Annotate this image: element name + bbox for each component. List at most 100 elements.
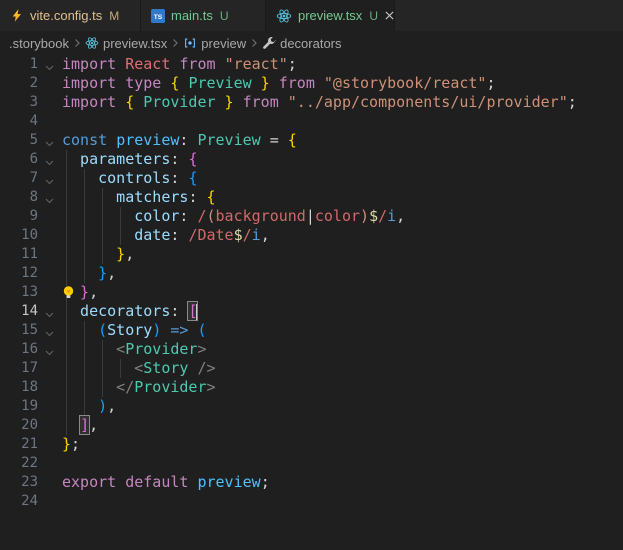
code-line-content: color: /(background|color)$/i,	[62, 207, 405, 226]
code-token: Story	[107, 321, 153, 339]
code-line-7[interactable]: 7 controls: {	[0, 169, 623, 188]
code-token: ,	[89, 416, 99, 434]
breadcrumb-item-preview-symbol[interactable]: preview	[183, 36, 246, 51]
code-line-2[interactable]: 2 import type { Preview } from "@storyboo…	[0, 74, 623, 93]
code-token: :	[179, 131, 198, 149]
line-number: 8	[29, 189, 38, 205]
code-token: ;	[260, 473, 270, 491]
code-area[interactable]: 1 import React from "react"; 2 import type …	[0, 55, 623, 550]
code-token: :	[170, 150, 189, 168]
code-line-16[interactable]: 16 <Provider>	[0, 340, 623, 359]
line-number: 14	[21, 303, 38, 319]
code-token: Story	[143, 359, 189, 377]
code-line-10[interactable]: 10 date: /Date$/i,	[0, 226, 623, 245]
breadcrumb-item-preview-tsx[interactable]: preview.tsx	[85, 36, 167, 51]
code-token: {	[125, 93, 144, 111]
code-line-21[interactable]: 21};	[0, 435, 623, 454]
code-token: </	[62, 378, 135, 396]
code-token: Provider	[134, 378, 207, 396]
line-number: 12	[21, 265, 38, 281]
code-token: Preview	[197, 131, 261, 149]
code-token: /	[242, 226, 252, 244]
code-line-content: import { Provider } from "../app/compone…	[62, 93, 577, 112]
code-token: ;	[71, 435, 81, 453]
code-token: {	[188, 150, 198, 168]
code-line-19[interactable]: 19 ),	[0, 397, 623, 416]
code-token: "@storybook/react"	[323, 74, 487, 92]
code-line-content: date: /Date$/i,	[62, 226, 269, 245]
code-line-17[interactable]: 17 <Story />	[0, 359, 623, 378]
code-line-15[interactable]: 15 (Story) => (	[0, 321, 623, 340]
code-token: |	[305, 207, 315, 225]
code-line-22[interactable]: 22	[0, 454, 623, 473]
code-token: "react"	[224, 55, 288, 73]
code-line-4[interactable]: 4	[0, 112, 623, 131]
code-line-content: matchers: {	[62, 188, 216, 207]
svg-text:TS: TS	[154, 14, 163, 21]
git-status-badge: U	[369, 8, 378, 23]
code-line-13[interactable]: 13 },	[0, 283, 623, 302]
code-line-9[interactable]: 9 color: /(background|color)$/i,	[0, 207, 623, 226]
symbol-property-icon	[262, 36, 277, 50]
chevron-right-icon	[169, 37, 181, 49]
code-line-5[interactable]: 5 const preview: Preview = {	[0, 131, 623, 150]
code-line-20[interactable]: 20 ],	[0, 415, 623, 435]
code-token: />	[188, 359, 216, 377]
code-token: i	[251, 226, 261, 244]
symbol-variable-icon	[183, 36, 197, 50]
code-token: from	[170, 55, 225, 73]
code-token: $	[369, 207, 379, 225]
chevron-right-icon	[248, 37, 260, 49]
code-line-content: export default preview;	[62, 473, 270, 492]
code-line-content: controls: {	[62, 169, 197, 188]
line-number: 7	[29, 170, 38, 186]
close-icon[interactable]	[384, 7, 395, 25]
code-token: {	[206, 188, 216, 206]
code-line-6[interactable]: 6 parameters: {	[0, 150, 623, 169]
code-token: import type	[62, 74, 171, 92]
tab-main-ts[interactable]: TS main.ts U	[141, 0, 266, 31]
line-number: 11	[21, 246, 38, 262]
breadcrumb-item-storybook[interactable]: .storybook	[9, 36, 69, 51]
code-token: }	[62, 264, 108, 282]
code-token: matchers	[62, 188, 189, 206]
code-token: ,	[89, 283, 99, 301]
code-token: >	[197, 340, 207, 358]
code-line-18[interactable]: 18 </Provider>	[0, 378, 623, 397]
code-line-3[interactable]: 3 import { Provider } from "../app/compon…	[0, 93, 623, 112]
code-token: "../app/components/ui/provider"	[287, 93, 568, 111]
code-line-11[interactable]: 11 },	[0, 245, 623, 264]
code-token: {	[287, 131, 297, 149]
code-line-14[interactable]: 14 decorators: [	[0, 301, 623, 321]
code-token: color	[314, 207, 361, 225]
breadcrumb-item-decorators[interactable]: decorators	[262, 36, 342, 51]
code-line-1[interactable]: 1 import React from "react";	[0, 55, 623, 74]
code-token: preview	[116, 131, 180, 149]
line-number: 21	[21, 436, 38, 452]
code-line-8[interactable]: 8 matchers: {	[0, 188, 623, 207]
code-line-23[interactable]: 23 export default preview;	[0, 473, 623, 492]
code-token: <	[62, 359, 144, 377]
line-number: 2	[29, 75, 38, 91]
tab-label: vite.config.ts	[30, 8, 103, 23]
vscode-window: vite.config.ts M TS main.ts U preview.ts…	[0, 0, 623, 550]
code-line-12[interactable]: 12 },	[0, 264, 623, 283]
code-token: (	[197, 321, 207, 339]
code-token: =	[260, 131, 288, 149]
code-token: }	[62, 283, 90, 301]
code-line-content: const preview: Preview = {	[62, 131, 297, 150]
code-line-content: },	[62, 283, 98, 302]
code-token: )	[62, 397, 108, 415]
tab-vite-config-ts[interactable]: vite.config.ts M	[0, 0, 141, 31]
code-token: $	[233, 226, 243, 244]
code-line-24[interactable]: 24	[0, 492, 623, 511]
code-token: =>	[161, 321, 198, 339]
code-token: Provider	[125, 340, 198, 358]
code-line-content: (Story) => (	[62, 321, 207, 340]
tab-preview-tsx[interactable]: preview.tsx U	[266, 0, 395, 31]
line-number: 24	[21, 493, 38, 509]
code-line-content: import type { Preview } from "@storybook…	[62, 74, 496, 93]
code-token: }	[62, 245, 126, 263]
code-token: }	[251, 74, 270, 92]
text-cursor	[196, 303, 199, 320]
